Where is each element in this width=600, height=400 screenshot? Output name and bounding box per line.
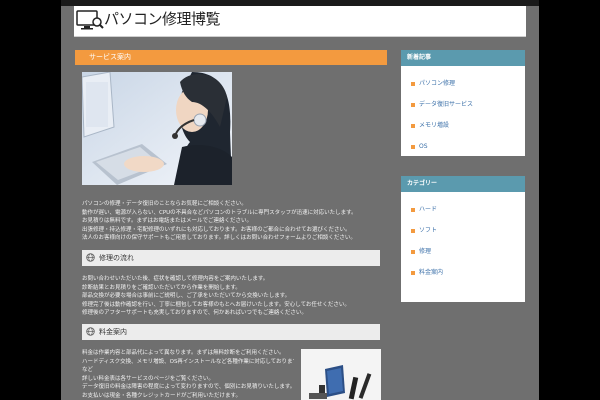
support-operator-photo (82, 72, 232, 185)
text-line: 部品交換が必要な場合は事前にご説明し、ご了承をいただいてから交換いたします。 (82, 293, 291, 299)
categories-widget: カテゴリー ハード ソフト 修理 料金案内 (401, 176, 525, 302)
text-line: 診断結果とお見積りをご確認いただいてから作業を開始します。 (82, 284, 241, 291)
recent-post-link[interactable]: OS (411, 143, 428, 151)
subsection-header: 料金案内 (82, 324, 380, 340)
globe-icon (86, 327, 95, 336)
bullet-icon (411, 102, 415, 107)
intro-line: お見積りは無料です。まずはお電話またはメールでご連絡ください。 (82, 218, 252, 224)
recent-post-link[interactable]: メモリ増設 (411, 122, 449, 130)
category-label: ソフト (419, 227, 438, 234)
globe-icon (86, 253, 95, 262)
category-label: 料金案内 (419, 269, 444, 276)
category-label: 修理 (419, 248, 432, 255)
bullet-icon (411, 228, 415, 233)
recent-post-label: データ復旧サービス (419, 101, 474, 108)
category-link[interactable]: ハード (411, 206, 437, 214)
text-line: お問い合わせいただいた後、症状を確認して修理内容をご案内いたします。 (82, 276, 269, 282)
recent-post-link[interactable]: データ復旧サービス (411, 101, 473, 109)
category-label: ハード (419, 206, 438, 213)
text-line: 料金は作業内容と部品代によって異なります。まずは無料診断をご利用ください。 (82, 350, 285, 356)
hardware-photo (301, 349, 381, 400)
intro-line: 動作が遅い、電源が入らない、CPUの不具合などパソコンのトラブルに専門スタッフが… (82, 209, 357, 216)
subsection-header: 修理の流れ (82, 250, 380, 266)
subsection-text: 料金は作業内容と部品代によって異なります。まずは無料診断をご利用ください。 ハー… (82, 349, 294, 400)
recent-post-label: パソコン修理 (419, 80, 456, 87)
recent-posts-widget: 新着記事 パソコン修理 データ復旧サービス メモリ増設 OS (401, 50, 525, 156)
bullet-icon (411, 144, 415, 149)
text-line: 修理後のアフターサポートも充実しておりますので、何かあればいつでもご連絡ください… (82, 310, 307, 316)
recent-posts-title: 新着記事 (407, 54, 432, 61)
main-content: サービス案内 パソコンの修理・データ復旧のことならお気軽にご相談ください。 動作… (75, 50, 387, 400)
site-header: パソコン修理博覧 (74, 6, 526, 37)
section-header: サービス案内 (75, 50, 387, 65)
text-line: お支払いは現金・各種クレジットカードがご利用いただけます。 (82, 392, 241, 399)
recent-posts-header: 新着記事 (401, 50, 525, 66)
recent-post-link[interactable]: パソコン修理 (411, 80, 455, 88)
subsection-title: 料金案内 (99, 328, 127, 336)
intro-line: 法人のお客様向けの保守サポートもご用意しております。詳しくはお問い合わせフォーム… (82, 235, 356, 241)
categories-title: カテゴリー (407, 180, 438, 187)
bullet-icon (411, 249, 415, 254)
category-link[interactable]: 料金案内 (411, 269, 443, 277)
category-link[interactable]: 修理 (411, 248, 431, 256)
site-container: パソコン修理博覧 サービス案内 パソコンの修理・データ復旧のことならお気軽にご相… (61, 0, 539, 400)
intro-line: パソコンの修理・データ復旧のことならお気軽にご相談ください。 (82, 201, 247, 207)
text-line: データ復旧の料金は障害の程度によって変わりますので、個別にお見積りいたします。 (82, 384, 294, 390)
bullet-icon (411, 81, 415, 86)
text-line: など (82, 367, 94, 373)
bullet-icon (411, 207, 415, 212)
recent-post-label: OS (419, 143, 428, 150)
site-title[interactable]: パソコン修理博覧 (104, 9, 221, 29)
category-link[interactable]: ソフト (411, 227, 437, 235)
text-line: ハードディスク交換、メモリ増設、OS再インストールなど各種作業に対応しております… (82, 358, 294, 365)
intro-line: 出張修理・持込修理・宅配修理のいずれにも対応しております。お客様のご都合に合わせ… (82, 226, 351, 233)
computer-wrench-icon[interactable] (76, 8, 104, 32)
subsection-title: 修理の流れ (99, 254, 134, 262)
categories-header: カテゴリー (401, 176, 525, 192)
recent-post-label: メモリ増設 (419, 122, 450, 129)
bullet-icon (411, 270, 415, 275)
intro-text: パソコンの修理・データ復旧のことならお気軽にご相談ください。 動作が遅い、電源が… (82, 200, 382, 243)
section-title: サービス案内 (89, 53, 131, 61)
bullet-icon (411, 123, 415, 128)
text-line: 詳しい料金表は各サービスのページをご覧ください。 (82, 375, 214, 382)
text-line: 修理完了後は動作確認を行い、丁寧に梱包してお客様のもとへお届けいたします。安心し… (82, 301, 350, 308)
subsection-text: お問い合わせいただいた後、症状を確認して修理内容をご案内いたします。 診断結果と… (82, 275, 382, 318)
